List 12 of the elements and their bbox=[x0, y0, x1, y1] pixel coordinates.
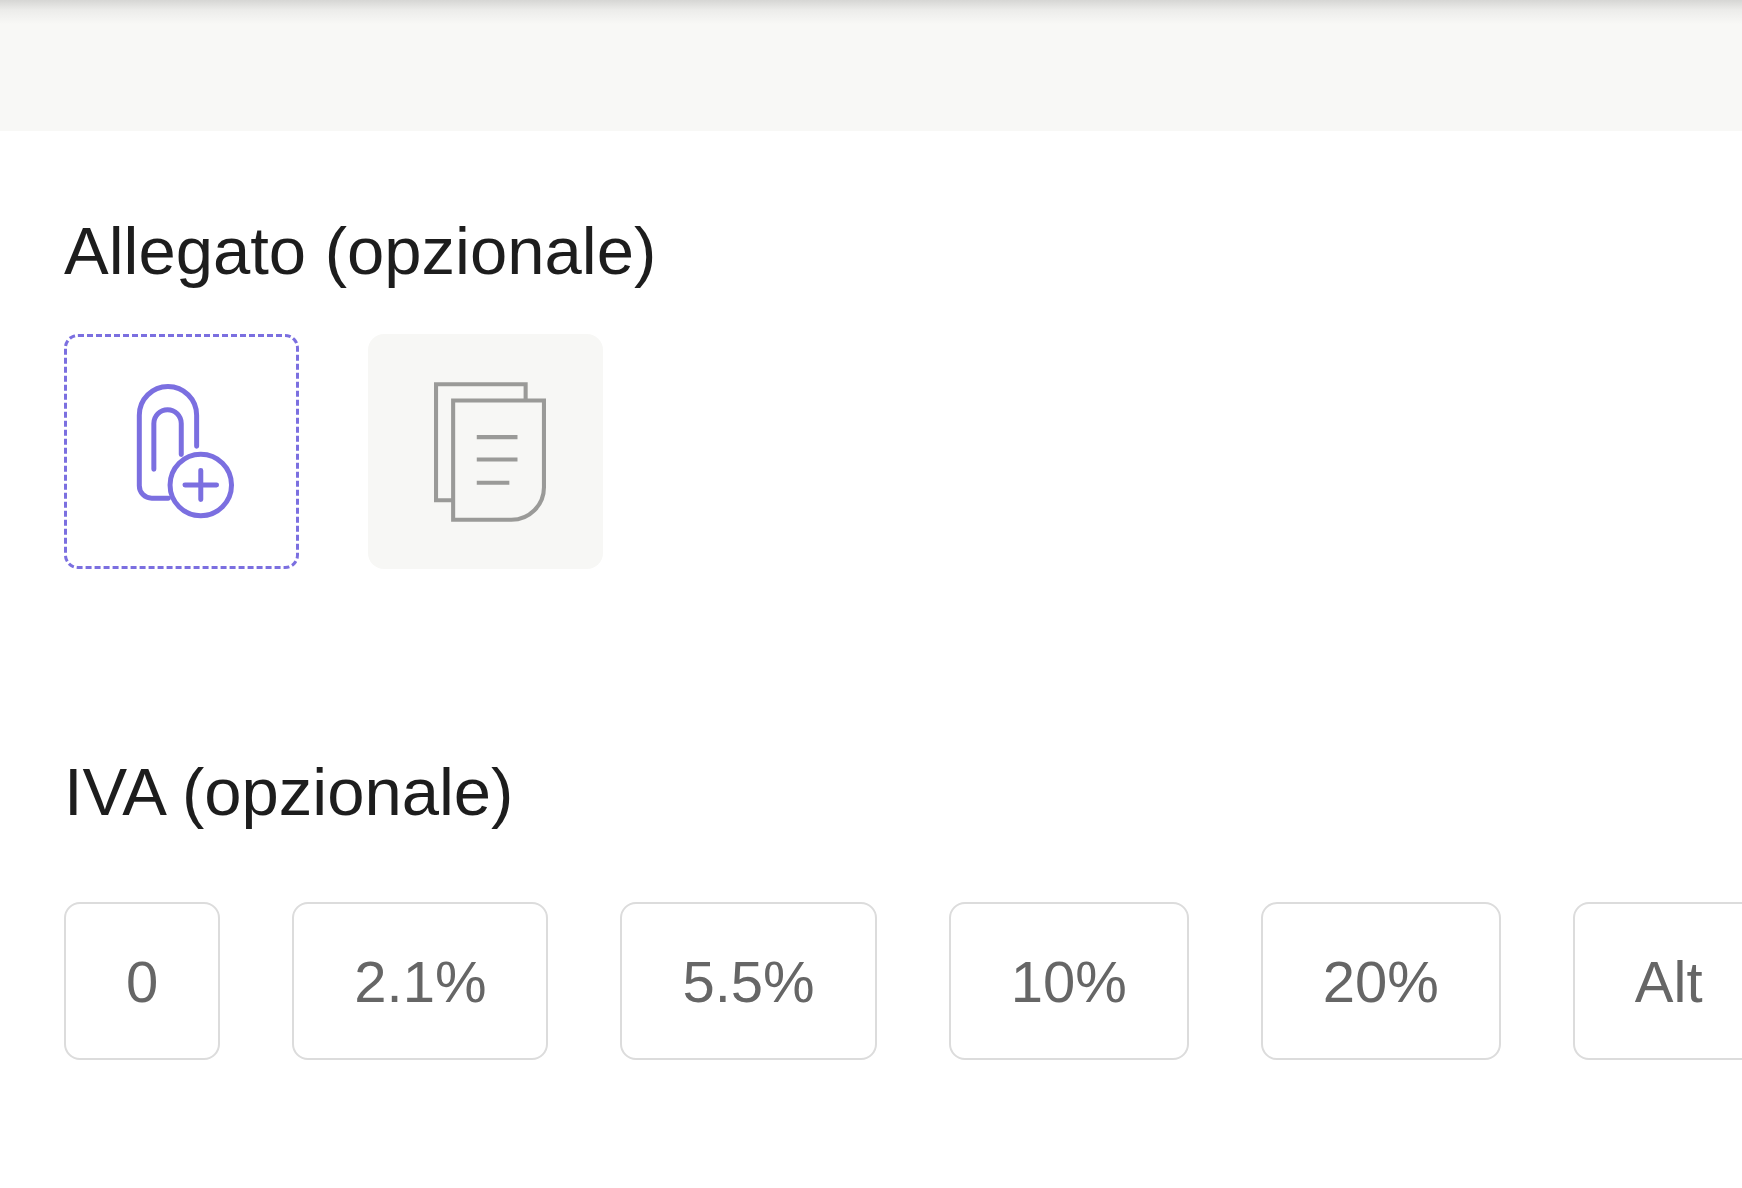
paperclip-plus-icon bbox=[134, 384, 235, 519]
vat-rate-chip[interactable]: Alt bbox=[1572, 902, 1742, 1060]
documents-button[interactable] bbox=[368, 334, 603, 569]
section-title: Allegato (opzionale) bbox=[64, 212, 657, 290]
vat-rate-chip[interactable]: 5.5% bbox=[620, 902, 877, 1060]
documents-icon bbox=[433, 381, 546, 522]
add-attachment-button[interactable] bbox=[64, 334, 299, 569]
vat-rate-chip[interactable]: 2.1% bbox=[292, 902, 549, 1060]
vat-rate-chip[interactable]: 0 bbox=[64, 902, 221, 1060]
vat-rate-chip[interactable]: 20% bbox=[1260, 902, 1501, 1060]
section-title: IVA (opzionale) bbox=[64, 753, 514, 831]
vat-rate-chip[interactable]: 10% bbox=[948, 902, 1189, 1060]
